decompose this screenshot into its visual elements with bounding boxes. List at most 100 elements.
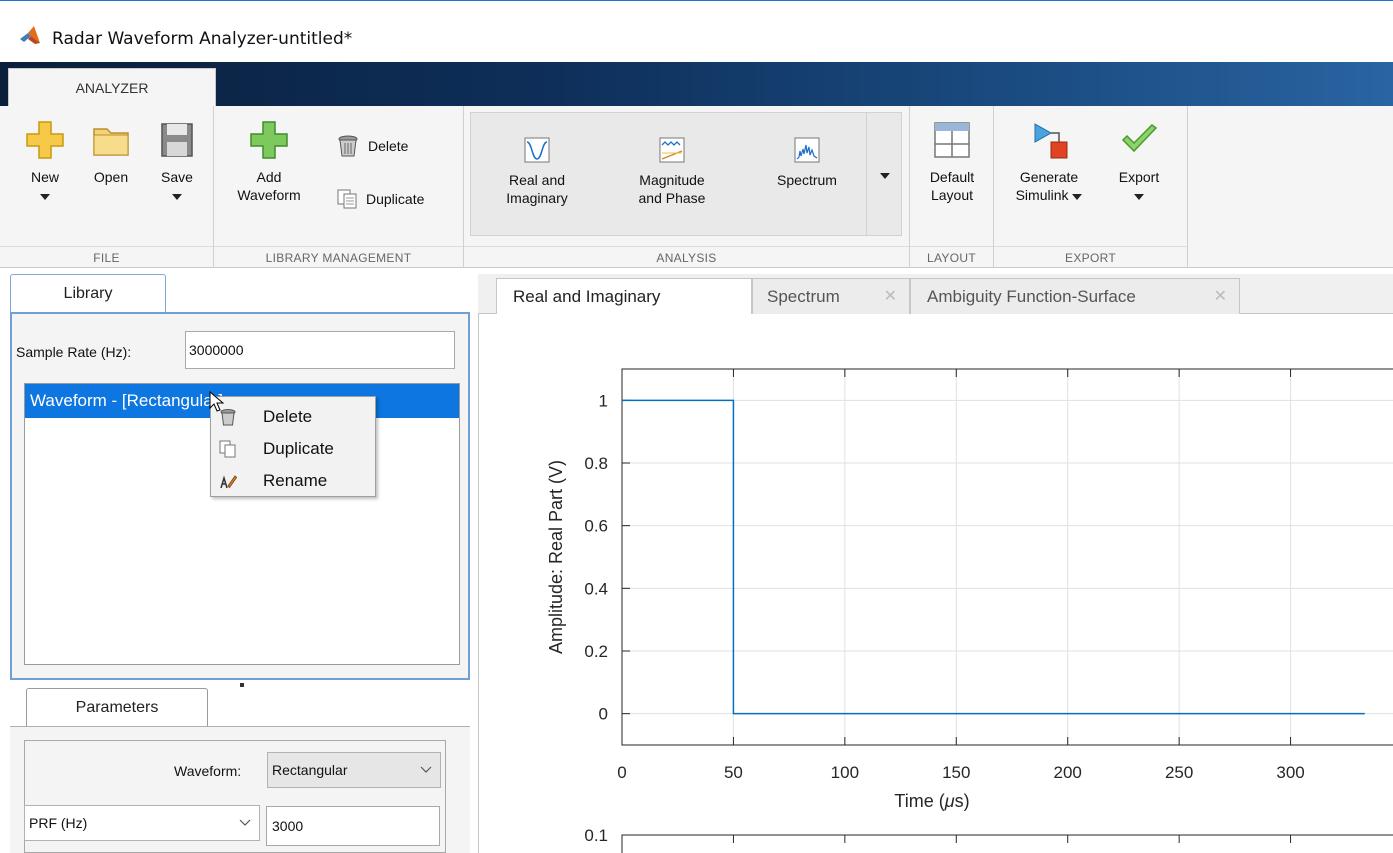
tab-real-imaginary-label: Real and Imaginary [513,287,661,306]
real-imaginary-button[interactable]: Real and Imaginary [489,137,585,207]
spectrum-plot-icon [794,137,820,163]
waveform-type-value: Rectangular [272,762,348,778]
section-label-file: FILE [0,246,213,268]
tab-ambiguity-label: Ambiguity Function-Surface [927,287,1136,306]
section-label-layout: LAYOUT [910,246,993,268]
tab-spectrum[interactable]: Spectrum ✕ [752,278,910,314]
layout-section: Default Layout LAYOUT [910,106,994,268]
y-tick-label: 0.6 [584,517,608,536]
chevron-down-icon [420,766,432,773]
context-menu-rename-label: Rename [263,471,328,490]
context-menu-delete-label: Delete [263,407,313,426]
generate-simulink-button[interactable]: Generate Simulink [1006,120,1092,204]
duplicate-label: Duplicate [366,191,425,207]
tab-real-imaginary[interactable]: Real and Imaginary [496,278,752,315]
duplicate-button[interactable]: Duplicate [336,188,424,210]
open-label: Open [93,169,129,185]
chevron-down-icon [1072,194,1083,200]
context-menu-duplicate[interactable]: Duplicate [211,433,375,464]
x-tick-label: 200 [1054,763,1082,782]
close-icon[interactable]: ✕ [1214,279,1227,315]
magnitude-label-2: and Phase [638,190,706,206]
prf-type-select[interactable]: PRF (Hz) [24,805,260,841]
waveform-type-select[interactable]: Rectangular [267,752,441,788]
layout-grid-icon [934,122,970,158]
waveform-type-label: Waveform: [174,763,242,779]
chart-grid [621,369,1393,745]
chevron-down-icon [172,194,182,200]
context-menu-rename[interactable]: Rename [211,465,375,496]
sample-rate-input[interactable]: 3000000 [185,331,455,369]
close-icon[interactable]: ✕ [884,279,897,315]
add-label-1: Add [256,169,282,185]
mouse-cursor-icon [209,391,225,412]
real-imaginary-plot-icon [524,137,550,163]
real-part-chart[interactable]: 0501001502002503003510.80.60.40.20 Ampli… [478,314,1393,853]
gallery-expand-button[interactable] [866,112,902,236]
ribbon: New Open Save FILE Add Waveform Delete D… [0,106,1393,268]
new-plus-icon [26,121,64,159]
sample-rate-label: Sample Rate (Hz): [16,344,132,360]
floppy-disk-icon [161,123,193,157]
y-tick-label: 1 [599,391,608,410]
chevron-down-icon [239,819,251,826]
x-tick-label: 0 [617,763,626,782]
y-axis-label: Amplitude: Real Part (V) [546,460,566,654]
y-tick-label: 0.2 [584,642,608,661]
x-tick-label: 150 [942,763,970,782]
magnitude-label-1: Magnitude [639,172,705,188]
matlab-logo-icon [20,26,40,44]
duplicate-icon [337,189,357,209]
default-label-2: Layout [930,187,974,203]
context-menu-duplicate-label: Duplicate [263,439,334,458]
tab-analyzer[interactable]: ANALYZER [8,68,216,106]
generate-label-1: Generate [1019,169,1079,185]
save-button[interactable]: Save [154,120,200,204]
second-axes-border [621,834,1393,853]
delete-button[interactable]: Delete [336,134,408,158]
section-label-library: LIBRARY MANAGEMENT [214,246,463,268]
y-tick-label: 0.8 [584,454,608,473]
open-button[interactable]: Open [88,120,134,186]
document-tabs: Real and Imaginary Spectrum ✕ Ambiguity … [478,274,1393,315]
window-title: Radar Waveform Analyzer-untitled* [52,29,353,49]
simulink-model-icon [1034,123,1068,159]
export-label: Export [1118,169,1160,185]
chart-axes-box [621,368,1393,746]
new-label: New [30,169,59,185]
trash-icon [338,135,358,157]
new-button[interactable]: New [22,120,68,204]
window-title-bar: Radar Waveform Analyzer-untitled* [0,0,1393,62]
panel-splitter[interactable] [240,683,244,687]
duplicate-icon [219,440,236,458]
section-label-analysis: ANALYSIS [464,246,909,268]
second-chart-axes: 0.1 [584,826,1393,853]
chevron-down-icon [40,194,50,200]
tab-ambiguity-surface[interactable]: Ambiguity Function-Surface ✕ [910,278,1240,314]
chevron-down-icon [879,172,890,179]
real-label-2: Imaginary [506,190,568,206]
y-tick-label: 0.4 [584,579,608,598]
default-layout-button[interactable]: Default Layout [920,120,984,204]
context-menu-delete[interactable]: Delete [211,401,375,432]
tab-parameters[interactable]: Parameters [26,688,208,726]
chart-tick-labels: 0501001502002503003510.80.60.40.20 [584,391,1393,782]
real-label-1: Real and [508,172,566,188]
add-waveform-button[interactable]: Add Waveform [234,120,304,204]
x-axis-label: Time (μs) [894,791,969,811]
generate-label-2: Simulink [1006,186,1092,204]
spectrum-button[interactable]: Spectrum [757,137,857,189]
export-button[interactable]: Export [1106,120,1172,204]
prf-input[interactable]: 3000 [266,806,440,846]
spectrum-label: Spectrum [777,172,837,188]
library-management-section: Add Waveform Delete Duplicate LIBRARY MA… [214,106,464,268]
section-label-export: EXPORT [994,246,1187,268]
magnitude-phase-button[interactable]: Magnitude and Phase [617,137,727,207]
chart-ticks [621,369,1292,745]
generate-label-2-text: Simulink [1015,187,1069,203]
second-axes-y-tick-label: 0.1 [584,826,608,845]
add-label-2: Waveform [237,187,301,203]
rename-pencil-icon [220,475,237,489]
default-label-1: Default [929,169,975,185]
tab-library[interactable]: Library [10,274,166,312]
